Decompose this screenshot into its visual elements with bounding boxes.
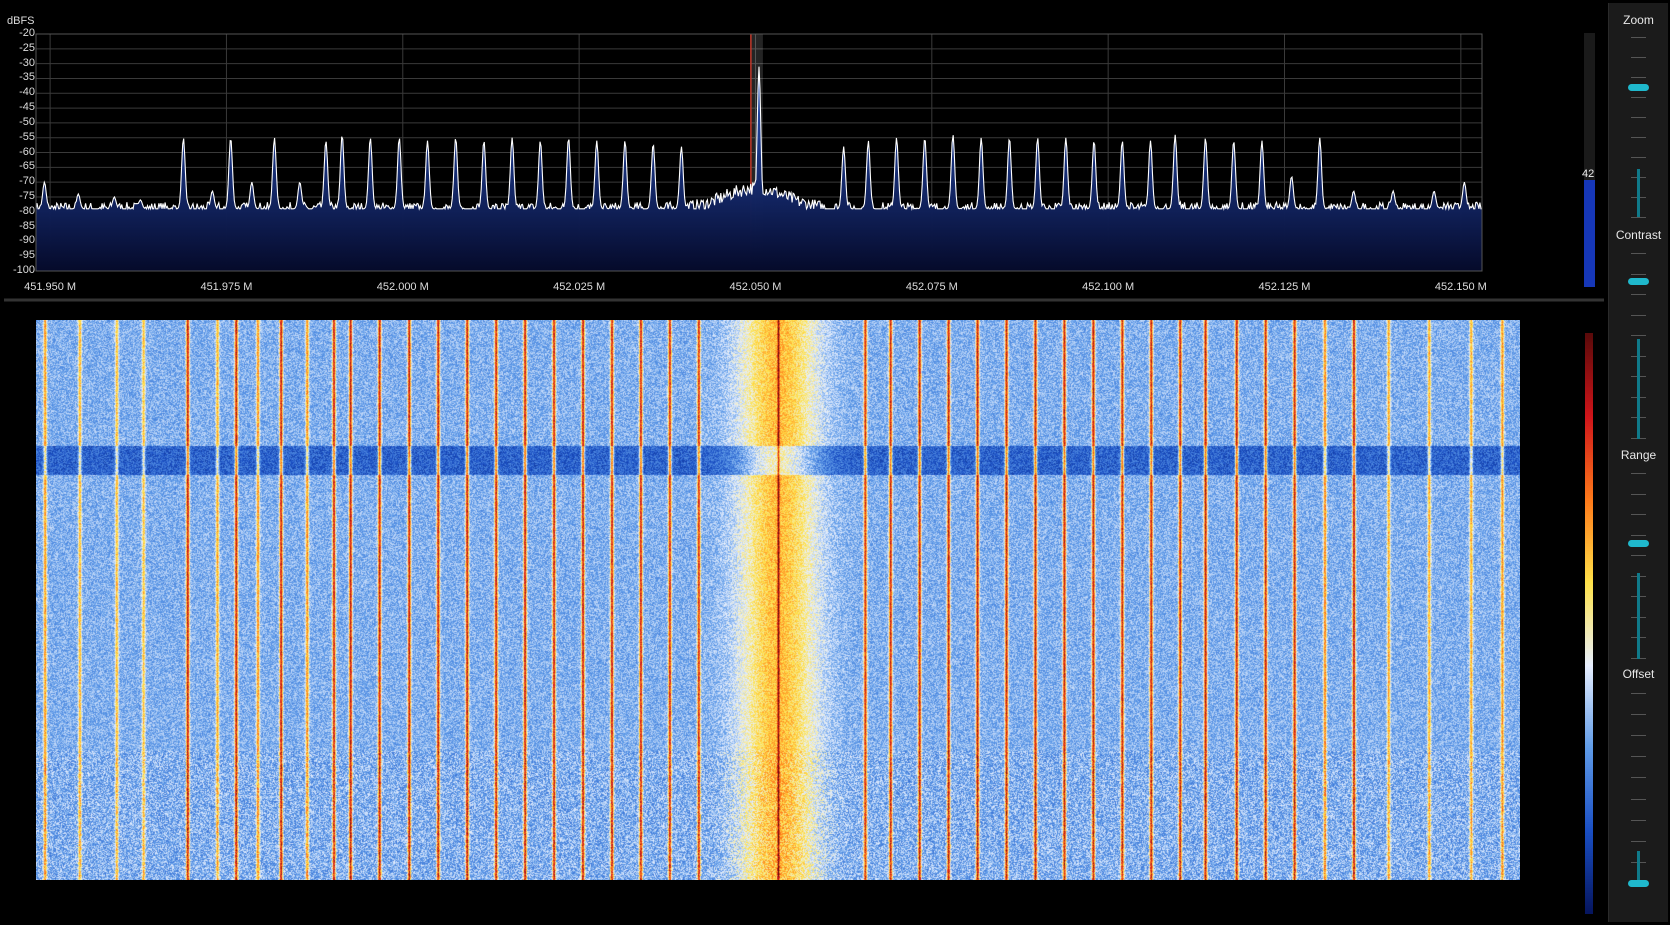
zoom-slider-thumb[interactable] [1628,84,1649,92]
slider-tick [1631,273,1646,275]
range-label: Range [1620,448,1657,462]
slider-tick [1631,756,1646,758]
offset-label: Offset [1622,667,1655,681]
level-meter [1584,33,1595,287]
offset-slider-thumb[interactable] [1628,880,1649,887]
slider-tick [1631,77,1646,78]
spectrum-plot[interactable] [4,3,1604,316]
control-sidebar: Zoom Contrast Range Offset [1608,3,1668,922]
slider-tick [1631,37,1646,38]
slider-tick [1631,117,1646,118]
slider-tick [1631,819,1646,821]
range-slider-track[interactable] [1637,573,1640,659]
slider-tick [1631,735,1646,737]
waterfall-colorbar [1585,333,1593,914]
slider-tick [1631,493,1646,495]
slider-tick [1631,555,1646,557]
waterfall-canvas[interactable] [36,320,1520,880]
zoom-label: Zoom [1623,13,1654,27]
slider-tick [1631,157,1646,158]
slider-tick [1631,840,1646,842]
slider-tick [1631,294,1646,296]
waterfall-display[interactable] [4,320,1604,920]
range-slider-thumb[interactable] [1628,540,1649,548]
zoom-slider-track[interactable] [1637,169,1640,217]
slider-tick [1631,473,1646,474]
slider-tick [1631,335,1646,337]
slider-tick [1631,714,1646,716]
level-meter-fill [1584,180,1595,287]
slider-tick [1631,97,1646,98]
slider-tick [1631,314,1646,316]
level-value: 42 [1582,168,1595,180]
slider-tick [1631,253,1646,254]
slider-tick [1631,137,1646,138]
slider-tick [1631,798,1646,800]
slider-tick [1631,514,1646,516]
slider-tick [1631,777,1646,779]
contrast-label: Contrast [1615,228,1662,242]
offset-slider-track[interactable] [1637,851,1640,881]
slider-tick [1631,217,1646,218]
contrast-slider-thumb[interactable] [1628,277,1649,285]
slider-tick [1631,693,1646,694]
slider-tick [1631,57,1646,58]
spectrum-display[interactable]: dBFS -20 -25 -30 -35 -40 -45 -50 -55 -60 -65 -70 -7… [4,3,1604,316]
slider-tick [1631,534,1646,536]
contrast-slider-track[interactable] [1637,339,1640,439]
